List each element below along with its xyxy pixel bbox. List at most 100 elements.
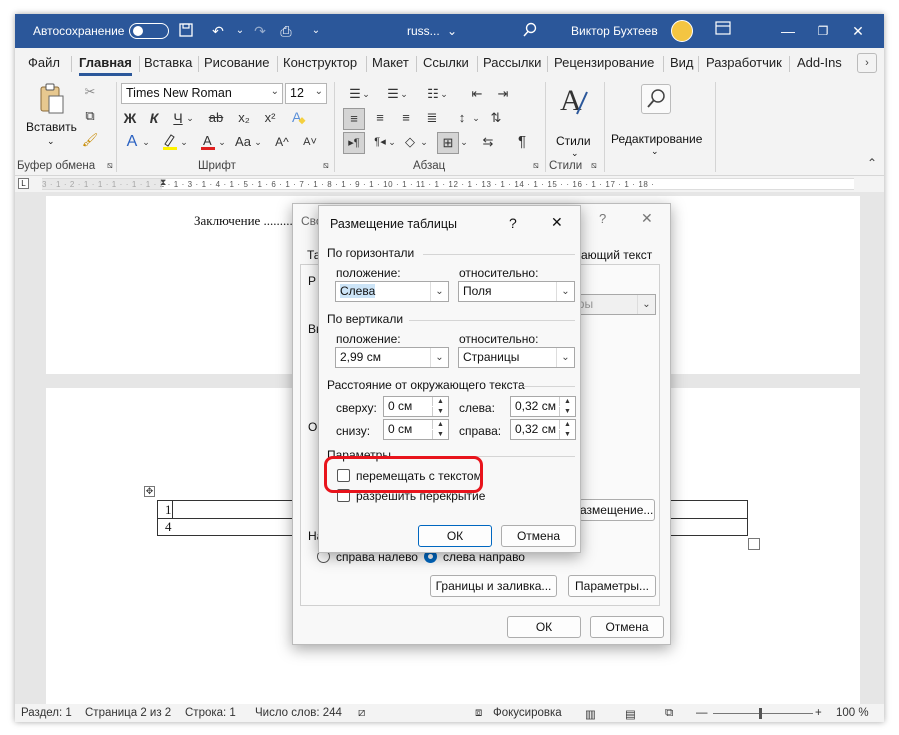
decrease-indent-icon[interactable]: ⇤ xyxy=(465,84,489,104)
justify-icon[interactable]: ≣ xyxy=(421,108,443,128)
sort-icon[interactable]: ⇅ xyxy=(485,108,507,128)
horizontal-position-select[interactable]: Слева ⌄ xyxy=(335,281,449,302)
styles-icon[interactable]: A xyxy=(557,82,591,118)
tab-file[interactable]: Файл xyxy=(28,55,60,70)
text-effects-icon[interactable]: A xyxy=(287,108,309,132)
font-color-icon[interactable]: A xyxy=(197,132,219,156)
styles-label[interactable]: Стили xyxy=(556,134,591,148)
right-distance-spinner[interactable]: 0,32 см ▲ ▼ xyxy=(510,419,576,440)
format-painter-icon[interactable]: 🖌 xyxy=(81,130,99,150)
cut-icon[interactable]: ✂ xyxy=(81,82,99,102)
close-icon[interactable]: ✕ xyxy=(551,214,563,231)
help-icon[interactable]: ? xyxy=(509,215,517,231)
zoom-level[interactable]: 100 % xyxy=(836,707,869,719)
horizontal-relative-select[interactable]: Поля ⌄ xyxy=(458,281,575,302)
subscript-button[interactable]: x₂ xyxy=(233,108,255,128)
clipboard-launcher-icon[interactable]: ⧅ xyxy=(107,160,113,171)
editing-label[interactable]: Редактирование xyxy=(611,132,702,146)
zoom-out-icon[interactable]: — xyxy=(696,707,708,719)
text-effects-dropdown-icon[interactable]: ⌄ xyxy=(141,132,151,152)
font-size-combo[interactable]: 12 ⌄ xyxy=(285,83,327,104)
table-cell[interactable]: 4 xyxy=(165,519,172,535)
focus-icon[interactable]: ⧈ xyxy=(475,707,482,720)
document-name-chevron-icon[interactable]: ⌄ xyxy=(447,24,457,38)
underline-dropdown-icon[interactable]: ⌄ xyxy=(185,108,195,128)
paste-label[interactable]: Вставить xyxy=(26,120,77,134)
font-color-dropdown-icon[interactable]: ⌄ xyxy=(217,132,227,152)
paste-dropdown-icon[interactable]: ⌄ xyxy=(47,136,55,147)
shading-icon[interactable]: ◇ xyxy=(399,132,421,152)
read-mode-icon[interactable]: ▥ xyxy=(585,707,596,721)
indent-marker-icon[interactable]: ⧗ xyxy=(160,177,166,188)
paragraph-launcher-icon[interactable]: ⧅ xyxy=(533,160,539,171)
close-window-icon[interactable]: ✕ xyxy=(847,20,869,42)
minimize-icon[interactable]: — xyxy=(777,20,799,42)
tab-developer[interactable]: Разработчик xyxy=(706,55,782,70)
tab-selector-icon[interactable]: L xyxy=(18,178,29,189)
page-status[interactable]: Страница 2 из 2 xyxy=(85,707,171,719)
font-launcher-icon[interactable]: ⧅ xyxy=(323,160,329,171)
vertical-relative-select[interactable]: Страницы ⌄ xyxy=(458,347,575,368)
tab-alt-text-partial[interactable]: ающий текст xyxy=(581,248,652,262)
tab-draw[interactable]: Рисование xyxy=(204,55,269,70)
text-effects-button-icon[interactable]: A xyxy=(121,132,143,152)
horizontal-ruler[interactable]: L 3 · 1 · 2 · 1 · 1 · 1 · · 1 · 1 · 2 · … xyxy=(15,176,884,192)
superscript-button[interactable]: x² xyxy=(259,108,281,128)
align-center-icon[interactable]: ≡ xyxy=(369,108,391,128)
find-icon[interactable] xyxy=(641,84,671,114)
align-right-icon[interactable]: ≡ xyxy=(395,108,417,128)
print-preview-icon[interactable]: ⎙ xyxy=(277,22,295,40)
change-case-dropdown-icon[interactable]: ⌄ xyxy=(253,132,263,152)
ltr-direction-icon[interactable]: ▸¶ xyxy=(343,132,365,154)
ribbon-display-icon[interactable] xyxy=(712,20,734,42)
tabs-scroll-right-icon[interactable]: › xyxy=(857,53,877,73)
borders-icon[interactable]: ⊞ xyxy=(437,132,459,154)
italic-button[interactable]: К xyxy=(145,108,163,128)
styles-launcher-icon[interactable]: ⧅ xyxy=(591,160,597,171)
avatar[interactable] xyxy=(671,20,693,42)
highlight-dropdown-icon[interactable]: ⌄ xyxy=(179,132,189,152)
table-resize-handle[interactable] xyxy=(748,538,760,550)
editing-dropdown-icon[interactable]: ⌄ xyxy=(651,146,659,157)
proofing-icon[interactable]: ⧄ xyxy=(358,707,365,720)
bullets-dropdown-icon[interactable]: ⌄ xyxy=(361,84,371,104)
paste-icon[interactable] xyxy=(37,82,67,116)
highlight-icon[interactable] xyxy=(159,132,181,156)
autosave-toggle[interactable] xyxy=(129,23,169,39)
ok-button[interactable]: ОК xyxy=(418,525,492,547)
multilevel-dropdown-icon[interactable]: ⌄ xyxy=(439,84,449,104)
tab-references[interactable]: Ссылки xyxy=(423,55,469,70)
borders-dropdown-icon[interactable]: ⌄ xyxy=(459,132,469,152)
top-distance-spinner[interactable]: 0 см ▲ ▼ xyxy=(383,396,449,417)
bold-button[interactable]: Ж xyxy=(121,108,139,128)
align-left-icon[interactable]: ≡ xyxy=(343,108,365,130)
collapse-ribbon-icon[interactable]: ⌃ xyxy=(867,156,877,170)
save-icon[interactable] xyxy=(177,22,195,40)
grow-font-button[interactable]: A^ xyxy=(271,132,293,152)
show-marks-icon[interactable]: ¶ xyxy=(511,132,533,152)
positioning-button[interactable]: азмещение... xyxy=(579,499,655,521)
redo-icon[interactable]: ↷ xyxy=(251,22,269,40)
line-spacing-dropdown-icon[interactable]: ⌄ xyxy=(471,108,481,128)
customize-toolbar-icon[interactable]: ⌄ xyxy=(307,22,325,40)
strikethrough-button[interactable]: ab xyxy=(205,108,227,128)
print-layout-icon[interactable]: ▤ xyxy=(625,707,636,721)
left-distance-spinner[interactable]: 0,32 см ▲ ▼ xyxy=(510,396,576,417)
borders-shading-button[interactable]: Границы и заливка... xyxy=(430,575,557,597)
asian-layout-icon[interactable]: ⇆ xyxy=(477,132,499,152)
document-name[interactable]: russ... xyxy=(407,24,440,38)
font-name-combo[interactable]: Times New Roman ⌄ xyxy=(121,83,283,104)
tab-insert[interactable]: Вставка xyxy=(144,55,192,70)
table-cell[interactable]: 1 xyxy=(165,502,172,518)
shrink-font-button[interactable]: A˅ xyxy=(299,132,321,152)
section-status[interactable]: Раздел: 1 xyxy=(21,707,72,719)
zoom-slider[interactable] xyxy=(713,713,813,714)
zoom-slider-thumb[interactable] xyxy=(759,708,762,719)
bottom-distance-spinner[interactable]: 0 см ▲ ▼ xyxy=(383,419,449,440)
word-count-status[interactable]: Число слов: 244 xyxy=(255,707,342,719)
increase-indent-icon[interactable]: ⇥ xyxy=(491,84,515,104)
change-case-button[interactable]: Аа xyxy=(231,132,255,152)
help-icon[interactable]: ? xyxy=(599,211,606,226)
undo-dropdown-icon[interactable]: ⌄ xyxy=(231,22,249,40)
tab-addins[interactable]: Add-Ins xyxy=(797,55,842,70)
